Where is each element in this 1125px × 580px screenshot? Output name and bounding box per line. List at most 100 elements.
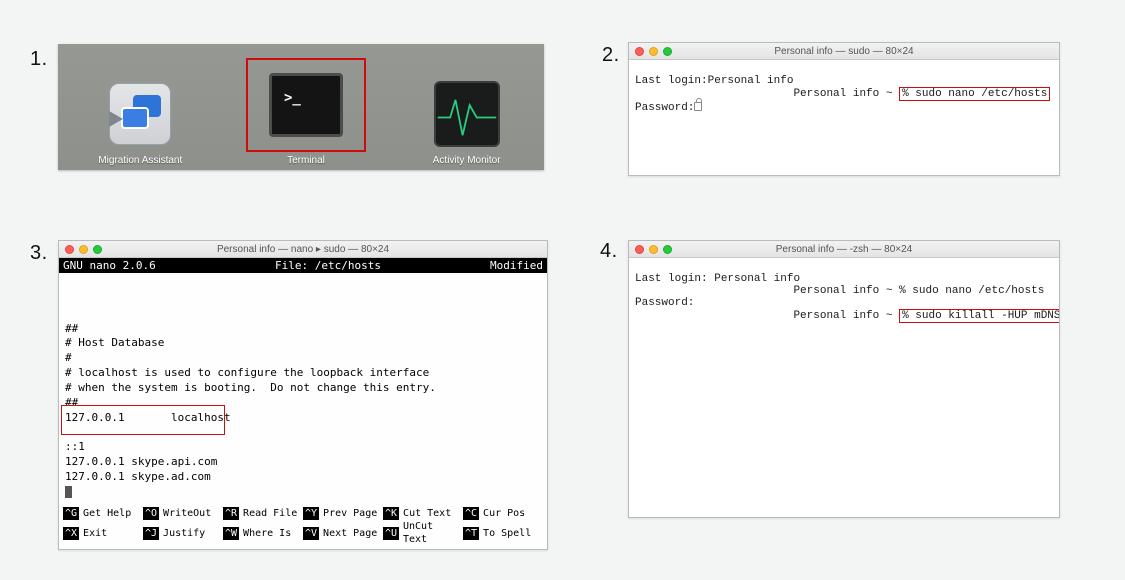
shortcut-label: Next Page xyxy=(323,527,377,540)
window-title: Personal info — nano ▸ sudo — 80×24 xyxy=(59,244,547,255)
shortcut-key: ^U xyxy=(383,527,399,540)
app-activity-monitor[interactable]: Activity Monitor xyxy=(430,77,504,166)
shortcut-key: ^Y xyxy=(303,507,319,520)
prompt-user: Personal info xyxy=(793,88,879,100)
terminal-output[interactable]: Last login: Personal info Personal info … xyxy=(629,258,1059,517)
zoom-icon[interactable] xyxy=(663,245,672,254)
nano-line: 127.0.0.1 skype.ad.com xyxy=(65,470,541,485)
zoom-icon[interactable] xyxy=(663,47,672,56)
nano-window-step3: Personal info — nano ▸ sudo — 80×24 GNU … xyxy=(58,240,548,550)
nano-shortcut: ^U UnCut Text xyxy=(383,520,463,546)
app-label: Terminal xyxy=(287,155,325,166)
window-traffic-lights[interactable] xyxy=(635,245,672,254)
step-number-3: 3. xyxy=(30,242,48,265)
nano-line: ::1 xyxy=(65,440,541,455)
cursor-icon xyxy=(65,486,72,498)
nano-shortcut-bar: ^G Get Help ^O WriteOut ^R Read File ^Y Prev Pa… xyxy=(59,505,547,549)
shortcut-label: Get Help xyxy=(83,507,131,520)
close-icon[interactable] xyxy=(635,245,644,254)
nano-line: # Host Database xyxy=(65,336,541,351)
shortcut-key: ^W xyxy=(223,527,239,540)
window-traffic-lights[interactable] xyxy=(635,47,672,56)
shortcut-key: ^O xyxy=(143,507,159,520)
nano-shortcut: ^G Get Help xyxy=(63,507,143,520)
shortcut-label: UnCut Text xyxy=(403,520,463,546)
nano-shortcut: ^J Justify xyxy=(143,520,223,546)
app-migration-assistant[interactable]: Migration Assistant xyxy=(98,77,182,166)
window-traffic-lights[interactable] xyxy=(65,245,102,254)
nano-version: GNU nano 2.0.6 xyxy=(63,259,203,272)
nano-shortcut: ^K Cut Text xyxy=(383,507,463,520)
minimize-icon[interactable] xyxy=(79,245,88,254)
shortcut-key: ^V xyxy=(303,527,319,540)
nano-file: File: /etc/hosts xyxy=(203,259,453,272)
last-login-label: Last login: xyxy=(635,75,708,87)
highlight-hosts-entries xyxy=(61,405,225,435)
lock-icon xyxy=(694,102,702,111)
step-number-4: 4. xyxy=(600,240,618,263)
window-title: Personal info — -zsh — 80×24 xyxy=(629,244,1059,255)
shortcut-key: ^C xyxy=(463,507,479,520)
nano-line: # localhost is used to configure the loo… xyxy=(65,366,541,381)
last-login-value: Personal info xyxy=(708,75,794,87)
shortcut-label: Prev Page xyxy=(323,507,377,520)
shortcut-label: Cur Pos xyxy=(483,507,525,520)
app-label: Migration Assistant xyxy=(98,155,182,166)
app-terminal[interactable]: >_ Terminal xyxy=(247,73,365,166)
terminal-icon: >_ xyxy=(247,59,365,151)
nano-header: GNU nano 2.0.6 File: /etc/hosts Modified xyxy=(59,258,547,273)
launchpad-dock-strip: Migration Assistant >_ Terminal Activity… xyxy=(58,44,544,170)
nano-line: # when the system is booting. Do not cha… xyxy=(65,381,541,396)
shortcut-key: ^K xyxy=(383,507,399,520)
migration-assistant-icon xyxy=(103,77,177,151)
nano-shortcut: ^V Next Page xyxy=(303,520,383,546)
shortcut-key: ^T xyxy=(463,527,479,540)
shortcut-label: To Spell xyxy=(483,527,531,540)
nano-status: Modified xyxy=(453,259,543,272)
nano-shortcut: ^Y Prev Page xyxy=(303,507,383,520)
nano-line: # xyxy=(65,351,541,366)
shortcut-label: Justify xyxy=(163,527,205,540)
close-icon[interactable] xyxy=(65,245,74,254)
password-label: Password: xyxy=(635,102,694,114)
activity-monitor-icon xyxy=(430,77,504,151)
last-login-label: Last login: xyxy=(635,273,708,285)
highlighted-command: % sudo killall -HUP mDNSResponder xyxy=(899,309,1059,323)
nano-shortcut: ^C Cur Pos xyxy=(463,507,543,520)
shortcut-label: WriteOut xyxy=(163,507,211,520)
command-1: % sudo nano /etc/hosts xyxy=(899,285,1044,297)
terminal-window-step2: Personal info — sudo — 80×24 Last login:… xyxy=(628,42,1060,176)
terminal-window-step4: Personal info — -zsh — 80×24 Last login:… xyxy=(628,240,1060,518)
window-titlebar: Personal info — sudo — 80×24 xyxy=(629,43,1059,60)
close-icon[interactable] xyxy=(635,47,644,56)
last-login-value: Personal info xyxy=(708,273,800,285)
terminal-output[interactable]: Last login:Personal info Personal info ~… xyxy=(629,60,1059,175)
prompt-user: Personal info xyxy=(793,310,879,322)
highlighted-command: % sudo nano /etc/hosts xyxy=(899,87,1050,101)
nano-editor-body[interactable]: ### Host Database## localhost is used to… xyxy=(59,273,547,505)
minimize-icon[interactable] xyxy=(649,245,658,254)
prompt-user: Personal info xyxy=(793,285,879,297)
window-titlebar: Personal info — -zsh — 80×24 xyxy=(629,241,1059,258)
window-titlebar: Personal info — nano ▸ sudo — 80×24 xyxy=(59,241,547,258)
terminal-prompt-glyph: >_ xyxy=(284,90,301,106)
shortcut-key: ^R xyxy=(223,507,239,520)
shortcut-key: ^J xyxy=(143,527,159,540)
nano-shortcut: ^W Where Is xyxy=(223,520,303,546)
step-number-1: 1. xyxy=(30,48,48,71)
step-number-2: 2. xyxy=(602,44,620,67)
nano-shortcut: ^X Exit xyxy=(63,520,143,546)
nano-shortcut: ^R Read File xyxy=(223,507,303,520)
app-label: Activity Monitor xyxy=(433,155,501,166)
window-title: Personal info — sudo — 80×24 xyxy=(629,46,1059,57)
shortcut-key: ^G xyxy=(63,507,79,520)
shortcut-key: ^X xyxy=(63,527,79,540)
shortcut-label: Where Is xyxy=(243,527,291,540)
shortcut-label: Cut Text xyxy=(403,507,451,520)
minimize-icon[interactable] xyxy=(649,47,658,56)
nano-shortcut: ^T To Spell xyxy=(463,520,543,546)
shortcut-label: Exit xyxy=(83,527,107,540)
zoom-icon[interactable] xyxy=(93,245,102,254)
password-label: Password: xyxy=(635,297,694,309)
shortcut-label: Read File xyxy=(243,507,297,520)
